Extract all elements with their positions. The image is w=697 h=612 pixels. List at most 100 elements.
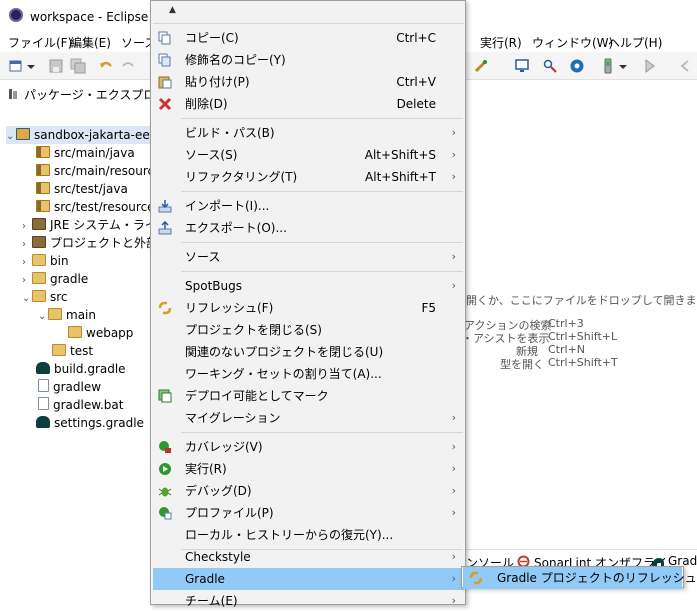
menu-item-label: 関連のないプロジェクトを閉じる(U) <box>185 345 384 359</box>
source-folder-icon <box>36 164 50 176</box>
menu-item-restore-history[interactable]: ローカル・ヒストリーからの復元(Y)... <box>153 524 464 546</box>
menu-item-label: ローカル・ヒストリーからの復元(Y)... <box>185 528 394 542</box>
file-icon <box>38 397 49 410</box>
menu-item-paste[interactable]: 貼り付け(P) Ctrl+V <box>153 71 464 93</box>
menu-help[interactable]: ヘルプ(H) <box>608 34 662 51</box>
package-explorer: パッケージ・エクスプローラー ⌄ sandbox-jakarta-ee src/m… <box>0 80 191 605</box>
menu-item-profile[interactable]: プロファイル(P) › <box>153 502 464 524</box>
chevron-down-icon[interactable]: ⌄ <box>22 290 32 308</box>
gradle-refresh-icon <box>469 571 483 585</box>
new-dropdown-icon[interactable] <box>26 58 36 74</box>
menu-item-refresh[interactable]: リフレッシュ(F) F5 <box>153 297 464 319</box>
submenu-arrow-icon: › <box>451 484 456 497</box>
tree-item-project[interactable]: ⌄ sandbox-jakarta-ee <box>6 126 154 144</box>
menu-item-copy-qualified[interactable]: 修飾名のコピー(Y) <box>153 49 464 71</box>
menu-item-delete[interactable]: 削除(D) Delete <box>153 93 464 115</box>
tree-item[interactable]: gradlew.bat <box>38 396 123 414</box>
menu-item-refactor[interactable]: リファクタリング(T) Alt+Shift+T › <box>153 166 464 188</box>
tree-item[interactable]: src/test/resources <box>36 198 161 216</box>
tree-item[interactable]: src/test/java <box>36 180 128 198</box>
menu-item-label: プロジェクトを閉じる(S) <box>185 323 322 337</box>
menu-item-label: リフレッシュ(F) <box>185 301 274 315</box>
menu-item-debug[interactable]: デバッグ(D) › <box>153 480 464 502</box>
run-tool-icon[interactable] <box>473 58 489 74</box>
tree-item[interactable]: settings.gradle <box>36 414 144 432</box>
menu-item-source-2[interactable]: ソース › <box>153 246 464 268</box>
tree-item[interactable]: ⌄ src <box>22 288 68 306</box>
menu-item-label: プロファイル(P) <box>185 506 274 520</box>
tree-item[interactable]: src/main/resourc <box>36 162 154 180</box>
menu-scroll-up-icon[interactable]: ▲ <box>169 5 176 15</box>
console-tool-icon[interactable] <box>514 58 530 74</box>
search-tool-icon[interactable] <box>542 58 558 74</box>
menu-item-label: ソース(S) <box>185 148 238 162</box>
coverage-icon <box>159 441 171 453</box>
drop-hint: 開くか、ここにファイルをドロップして開きます。 <box>466 294 697 307</box>
tree-item[interactable]: › gradle <box>22 270 88 288</box>
menu-item-checkstyle[interactable]: Checkstyle › <box>153 546 464 568</box>
menu-separator <box>181 118 463 119</box>
menu-item-run[interactable]: 実行(R) › <box>153 458 464 480</box>
submenu-arrow-icon: › <box>451 594 456 607</box>
tree-item[interactable]: › JRE システム・ライブ <box>22 216 169 234</box>
tree-item-label: src/main/java <box>54 146 135 160</box>
menu-item-export[interactable]: エクスポート(O)... <box>153 217 464 239</box>
menu-item-team[interactable]: チーム(E) › <box>153 590 464 612</box>
save-all-icon[interactable] <box>70 58 86 74</box>
menu-item-assign-working-sets[interactable]: ワーキング・セットの割り当て(A)... <box>153 363 464 385</box>
debug-icon <box>158 487 172 497</box>
settings-tool-icon[interactable] <box>569 58 585 74</box>
menu-file[interactable]: ファイル(F) <box>8 34 72 51</box>
tree-item-label: bin <box>50 254 69 268</box>
menu-item-close-project[interactable]: プロジェクトを閉じる(S) <box>153 319 464 341</box>
menu-separator <box>153 23 464 24</box>
menu-item-mark-deployable[interactable]: デプロイ可能としてマーク <box>153 385 464 407</box>
folder-icon <box>32 272 46 284</box>
tree-item-label: gradle <box>50 272 89 286</box>
submenu-arrow-icon: › <box>451 250 456 263</box>
export-icon <box>158 221 172 235</box>
menu-item-label: エクスポート(O)... <box>185 221 287 235</box>
tree-item[interactable]: gradlew <box>38 378 101 396</box>
menu-item-source[interactable]: ソース(S) Alt+Shift+S › <box>153 144 464 166</box>
tree-item-label: settings.gradle <box>54 416 144 430</box>
menu-separator <box>181 432 463 433</box>
menu-item-migration[interactable]: マイグレーション › <box>153 407 464 429</box>
undo-icon[interactable] <box>98 58 114 74</box>
menu-item-close-unrelated[interactable]: 関連のないプロジェクトを閉じる(U) <box>153 341 464 363</box>
tree-item[interactable]: webapp <box>68 324 133 342</box>
window-title: workspace - Eclipse プ <box>30 10 165 24</box>
menu-edit[interactable]: 編集(E) <box>70 34 111 51</box>
tree-item[interactable]: build.gradle <box>36 360 126 378</box>
project-icon <box>16 128 30 140</box>
tree-item[interactable]: › プロジェクトと外部の <box>22 234 170 252</box>
menu-run[interactable]: 実行(R) <box>480 34 522 51</box>
chevron-down-icon[interactable]: ⌄ <box>6 128 16 146</box>
delete-icon <box>158 97 172 111</box>
redo-icon[interactable] <box>120 58 136 74</box>
menu-item-gradle[interactable]: Gradle › <box>153 568 464 590</box>
menu-item-import[interactable]: インポート(I)... <box>153 195 464 217</box>
menu-item-copy[interactable]: コピー(C) Ctrl+C <box>153 27 464 49</box>
menu-item-build-path[interactable]: ビルド・パス(B) › <box>153 122 464 144</box>
phone-tool-icon[interactable] <box>600 58 616 74</box>
new-icon[interactable] <box>8 58 24 74</box>
menu-item-coverage[interactable]: カバレッジ(V) › <box>153 436 464 458</box>
save-icon[interactable] <box>48 58 64 74</box>
submenu-arrow-icon: › <box>451 126 456 139</box>
tree-item[interactable]: test <box>52 342 93 360</box>
tree-item[interactable]: › bin <box>22 252 69 270</box>
menu-item-gradle-refresh[interactable]: Gradle プロジェクトのリフレッシュ <box>463 567 697 589</box>
phone-dropdown-icon[interactable] <box>618 58 628 74</box>
menu-item-spotbugs[interactable]: SpotBugs › <box>153 275 464 297</box>
tree-item[interactable]: src/main/java <box>36 144 135 162</box>
submenu-arrow-icon: › <box>451 462 456 475</box>
tree-item-label: src <box>50 290 68 304</box>
tree-item[interactable]: ⌄ main <box>38 306 96 324</box>
tree-item-label: gradlew.bat <box>53 398 124 412</box>
import-icon <box>158 200 172 213</box>
chevron-down-icon[interactable]: ⌄ <box>38 308 48 326</box>
menu-window[interactable]: ウィンドウ(W) <box>532 34 613 51</box>
back-icon[interactable] <box>678 58 694 74</box>
next-annotation-icon[interactable] <box>642 58 658 74</box>
